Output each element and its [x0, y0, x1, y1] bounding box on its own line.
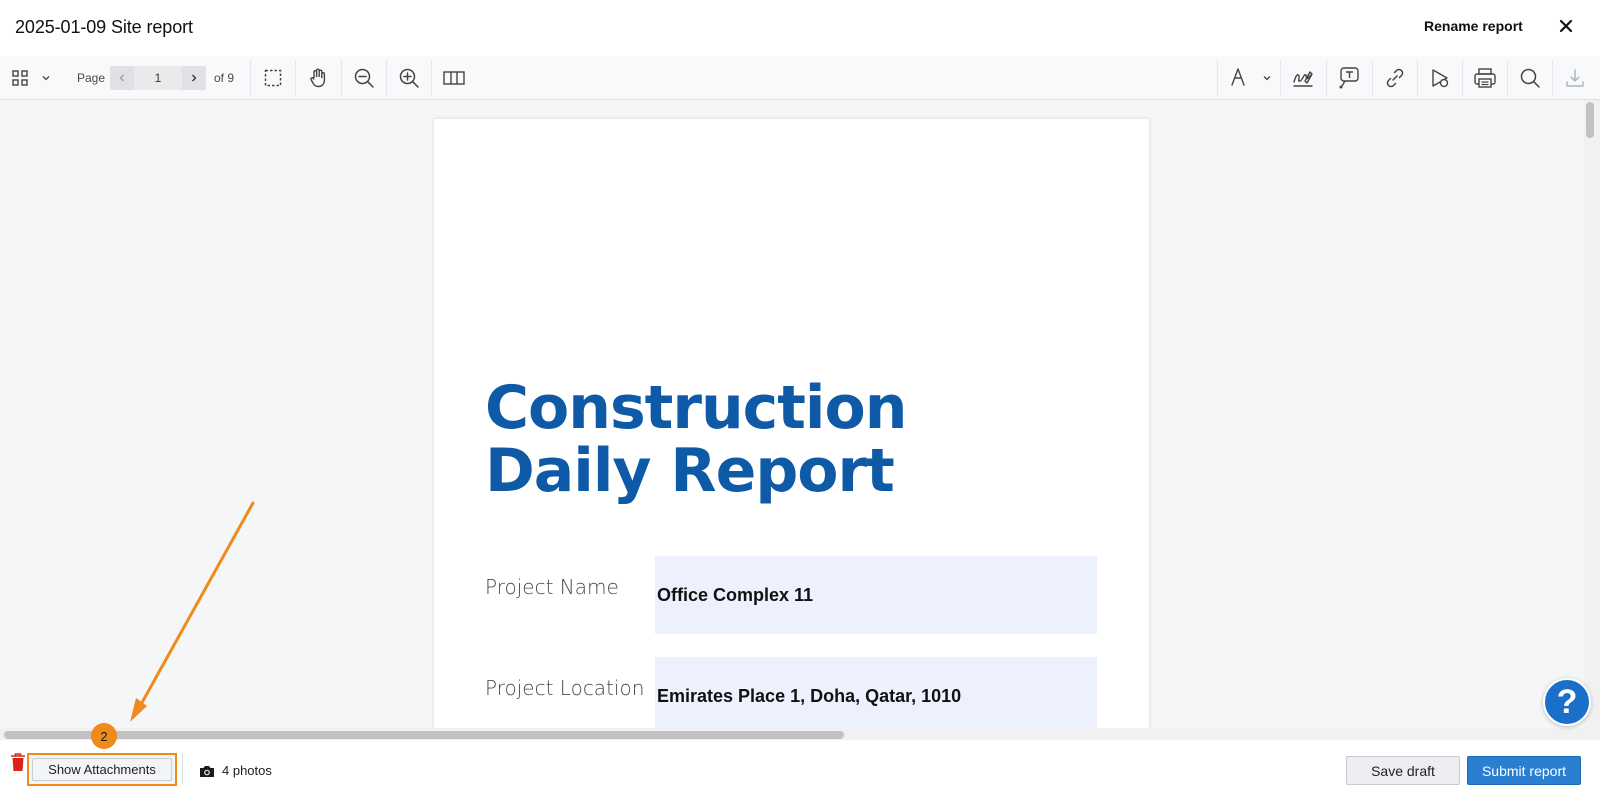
- show-attachments-label: Show Attachments: [32, 758, 172, 781]
- zoom-in-button[interactable]: [387, 56, 431, 100]
- chevron-right-icon: [192, 74, 197, 82]
- pdf-toolbar: Page of 9: [0, 56, 1600, 100]
- text-comment-tool[interactable]: [1327, 56, 1371, 100]
- chevron-left-icon: [119, 74, 124, 82]
- shapes-tool[interactable]: [1418, 56, 1462, 100]
- vertical-scrollbar-thumb[interactable]: [1586, 102, 1594, 138]
- project-location-value: Emirates Place 1, Doha, Qatar, 1010: [657, 686, 962, 706]
- project-name-field[interactable]: Office Complex 11: [655, 556, 1097, 634]
- grid-icon: [12, 70, 28, 86]
- page-layout-button[interactable]: [432, 56, 476, 100]
- toolbar-divider: [250, 60, 251, 96]
- chevron-down-icon: [1263, 76, 1271, 81]
- camera-icon: [200, 765, 214, 777]
- shapes-icon: [1432, 69, 1449, 88]
- project-name-label: Project Name: [485, 575, 619, 599]
- marquee-select-tool[interactable]: [252, 56, 294, 100]
- close-icon: [1559, 19, 1573, 33]
- columns-icon: [443, 71, 465, 85]
- annotation-step-badge: 2: [91, 723, 117, 749]
- chevron-down-icon: [42, 76, 50, 81]
- footer-divider: [182, 754, 183, 784]
- report-title: 2025-01-09 Site report: [15, 17, 193, 37]
- printer-icon: [1474, 68, 1496, 88]
- next-page-button[interactable]: [182, 66, 206, 90]
- text-bubble-icon: [1339, 67, 1359, 89]
- selection-icon: [264, 69, 282, 87]
- zoom-out-button[interactable]: [342, 56, 386, 100]
- signature-tool[interactable]: [1281, 56, 1325, 100]
- download-button[interactable]: [1553, 56, 1597, 100]
- document-title-line1: Construction: [485, 373, 907, 443]
- download-icon: [1566, 69, 1584, 87]
- document-title: Construction Daily Report: [485, 373, 907, 506]
- document-viewer[interactable]: Construction Daily Report Project Name O…: [0, 100, 1584, 728]
- signature-icon: [1293, 71, 1313, 87]
- previous-page-button[interactable]: [110, 66, 134, 90]
- page-count: of 9: [214, 71, 235, 85]
- view-options-dropdown[interactable]: [34, 56, 58, 100]
- close-button[interactable]: [1554, 14, 1578, 38]
- search-icon: [1520, 68, 1540, 88]
- submit-report-button[interactable]: Submit report: [1467, 756, 1581, 785]
- show-attachments-button[interactable]: Show Attachments: [27, 753, 177, 786]
- photos-count-label: 4 photos: [222, 763, 272, 778]
- save-draft-button[interactable]: Save draft: [1346, 756, 1460, 785]
- link-icon: [1386, 68, 1404, 88]
- page-label: Page: [77, 71, 106, 85]
- photos-count[interactable]: 4 photos: [199, 763, 272, 778]
- vertical-scrollbar[interactable]: [1584, 100, 1600, 728]
- pdf-page: Construction Daily Report Project Name O…: [434, 119, 1149, 728]
- search-button[interactable]: [1508, 56, 1552, 100]
- link-tool[interactable]: [1373, 56, 1417, 100]
- document-title-line2: Daily Report: [485, 436, 895, 506]
- pen-nib-icon: [1231, 68, 1245, 86]
- delete-report-button[interactable]: [9, 751, 27, 773]
- horizontal-scrollbar-thumb[interactable]: [4, 731, 844, 739]
- page-number-input[interactable]: [134, 66, 182, 90]
- title-bar: 2025-01-09 Site report Rename report: [0, 0, 1600, 56]
- zoom-out-icon: [354, 68, 374, 88]
- project-name-value: Office Complex 11: [657, 585, 814, 605]
- trash-icon: [11, 753, 25, 771]
- hand-icon: [310, 68, 326, 88]
- annotate-tool[interactable]: [1218, 56, 1258, 100]
- footer-bar: Show Attachments 4 photos Save draft Sub…: [0, 740, 1600, 789]
- help-button[interactable]: ?: [1543, 678, 1591, 726]
- print-button[interactable]: [1463, 56, 1507, 100]
- pan-tool[interactable]: [296, 56, 340, 100]
- project-location-field[interactable]: Emirates Place 1, Doha, Qatar, 1010: [655, 657, 1097, 728]
- annotate-tool-dropdown[interactable]: [1256, 56, 1278, 100]
- project-location-label: Project Location: [485, 676, 645, 700]
- rename-report-button[interactable]: Rename report: [1424, 18, 1523, 34]
- zoom-in-icon: [399, 68, 419, 88]
